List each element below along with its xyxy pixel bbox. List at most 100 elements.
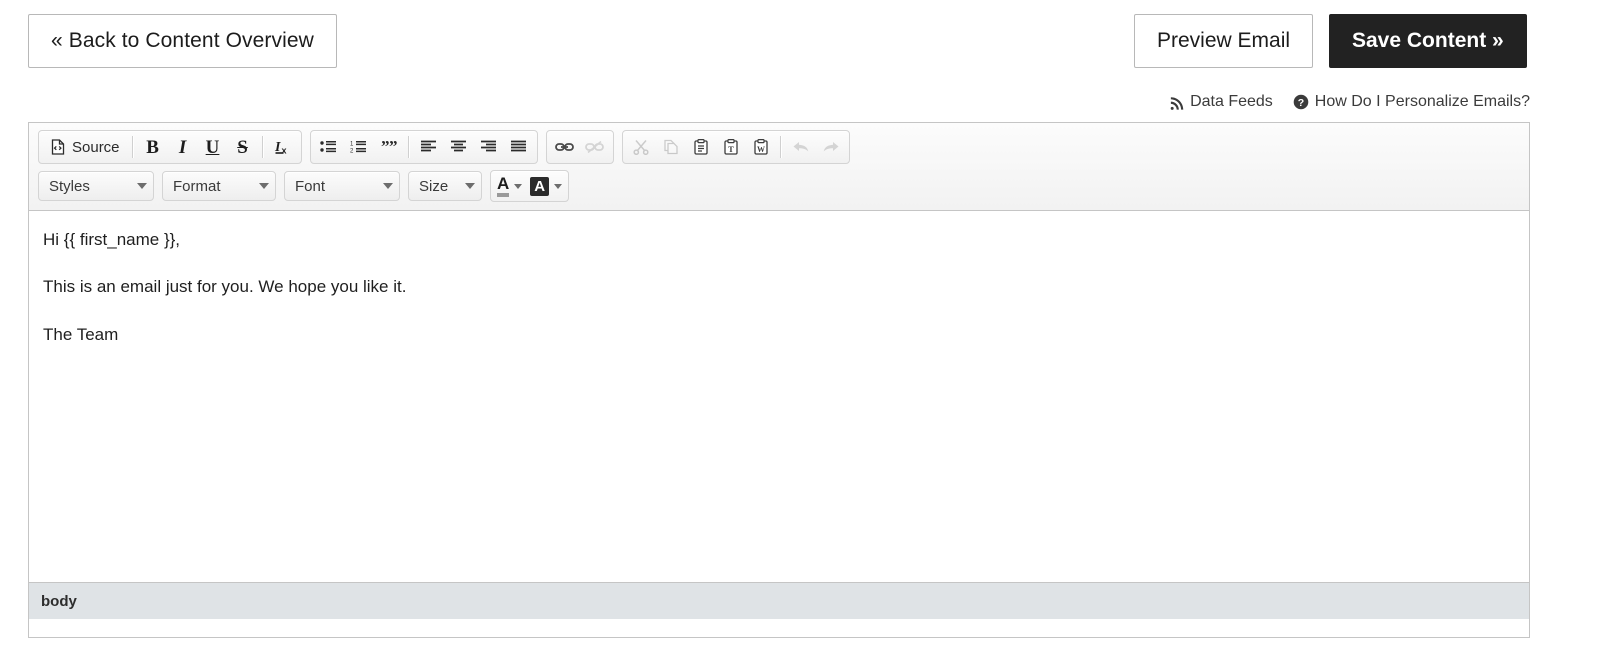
paste-from-word-button[interactable]: W: [746, 133, 776, 161]
align-center-button[interactable]: [444, 133, 474, 161]
editor-status-bar: body: [29, 582, 1529, 619]
svg-text:2: 2: [350, 149, 354, 154]
rss-icon: [1169, 95, 1184, 110]
toolbar-separator: [261, 136, 264, 158]
font-dropdown-label: Font: [295, 177, 326, 195]
bold-button[interactable]: B: [138, 133, 168, 161]
page-root: « Back to Content Overview Preview Email…: [0, 0, 1600, 664]
source-button-label: Source: [72, 138, 120, 156]
rich-text-editor: Source B I U S I x 1 2 ” ” T W Styles Fo…: [28, 122, 1530, 638]
align-left-button[interactable]: [414, 133, 444, 161]
align-center-icon: [450, 140, 467, 154]
editor-content-area[interactable]: Hi {{ first_name }}, This is an email ju…: [29, 211, 1529, 582]
align-left-icon: [420, 140, 437, 154]
helper-links: Data Feeds ? How Do I Personalize Emails…: [1169, 93, 1530, 111]
toolbar-separator: [407, 136, 410, 158]
question-circle-icon: ?: [1293, 94, 1309, 110]
editor-toolbar: Source B I U S I x 1 2 ” ” T W Styles Fo…: [29, 123, 1529, 211]
data-feeds-link[interactable]: Data Feeds: [1169, 93, 1273, 111]
copy-button[interactable]: [656, 133, 686, 161]
toolbar-group-links: [545, 130, 614, 164]
element-path-body[interactable]: body: [41, 593, 77, 610]
blockquote-icon: ” ”: [380, 140, 398, 154]
preview-button-label: Preview Email: [1157, 29, 1291, 52]
svg-text:”: ”: [389, 140, 398, 154]
blockquote-button[interactable]: ” ”: [374, 133, 404, 161]
unlink-button[interactable]: [580, 133, 610, 161]
remove-format-button[interactable]: I x: [268, 133, 298, 161]
size-dropdown[interactable]: Size: [408, 171, 482, 201]
back-button-label: « Back to Content Overview: [51, 29, 314, 52]
text-color-icon: A: [497, 175, 510, 197]
personalize-label: How Do I Personalize Emails?: [1314, 93, 1530, 110]
format-dropdown-label: Format: [173, 177, 221, 195]
save-button-label: Save Content »: [1352, 29, 1504, 52]
styles-dropdown-label: Styles: [49, 177, 90, 195]
paste-button[interactable]: [686, 133, 716, 161]
redo-button[interactable]: [816, 133, 846, 161]
clipboard-text-icon: T: [723, 139, 739, 155]
chevron-down-icon: [554, 183, 563, 189]
italic-button[interactable]: I: [168, 133, 198, 161]
chevron-down-icon: [137, 183, 147, 189]
numbered-list-icon: 1 2: [350, 140, 367, 154]
underline-icon: U: [205, 136, 220, 158]
italic-icon: I: [178, 136, 187, 158]
text-color-button[interactable]: A: [494, 173, 525, 199]
toolbar-separator: [779, 136, 782, 158]
bold-icon: B: [146, 136, 159, 158]
numbered-list-button[interactable]: 1 2: [344, 133, 374, 161]
bulleted-list-button[interactable]: [314, 133, 344, 161]
size-dropdown-label: Size: [419, 177, 449, 195]
redo-arrow-icon: [822, 140, 840, 154]
clipboard-word-icon: W: [753, 139, 769, 155]
chevron-down-icon: [383, 183, 393, 189]
content-paragraph: This is an email just for you. We hope y…: [43, 277, 407, 297]
bulleted-list-icon: [320, 140, 337, 154]
clipboard-icon: [693, 139, 709, 155]
styles-dropdown[interactable]: Styles: [38, 171, 154, 201]
source-button[interactable]: Source: [42, 133, 128, 161]
save-content-button[interactable]: Save Content »: [1329, 14, 1527, 68]
chevron-down-icon: [514, 183, 523, 189]
data-feeds-label: Data Feeds: [1190, 93, 1273, 110]
svg-text:?: ?: [1298, 97, 1304, 109]
cut-button[interactable]: [626, 133, 656, 161]
strikethrough-button[interactable]: S: [228, 133, 258, 161]
font-dropdown[interactable]: Font: [284, 171, 400, 201]
unlink-icon: [585, 140, 604, 154]
toolbar-group-basic-styles: Source B I U S I x: [38, 130, 302, 164]
svg-text:W: W: [757, 145, 765, 154]
content-paragraph: The Team: [43, 324, 119, 344]
content-paragraph: Hi {{ first_name }},: [43, 230, 181, 249]
background-color-button[interactable]: A: [527, 173, 565, 199]
source-code-icon: [50, 139, 66, 155]
toolbar-separator: [131, 136, 134, 158]
svg-text:1: 1: [350, 141, 354, 147]
align-right-icon: [480, 140, 497, 154]
scissors-icon: [632, 139, 649, 155]
how-do-i-personalize-emails-link[interactable]: ? How Do I Personalize Emails?: [1293, 93, 1530, 111]
undo-button[interactable]: [786, 133, 816, 161]
align-justify-icon: [510, 140, 527, 154]
toolbar-row-2: Styles Format Font Size A A: [34, 167, 1524, 205]
undo-arrow-icon: [792, 140, 810, 154]
toolbar-group-clipboard: T W: [621, 130, 850, 164]
align-right-button[interactable]: [474, 133, 504, 161]
link-button[interactable]: [550, 133, 580, 161]
preview-email-button[interactable]: Preview Email: [1134, 14, 1314, 68]
underline-button[interactable]: U: [198, 133, 228, 161]
background-color-icon: A: [530, 176, 550, 196]
chevron-down-icon: [465, 183, 475, 189]
svg-text:x: x: [282, 146, 287, 156]
format-dropdown[interactable]: Format: [162, 171, 276, 201]
chevron-down-icon: [259, 183, 269, 189]
back-to-content-overview-button[interactable]: « Back to Content Overview: [28, 14, 337, 68]
remove-format-icon: I x: [273, 138, 292, 156]
toolbar-row-1: Source B I U S I x 1 2 ” ” T W: [34, 127, 1524, 167]
link-icon: [555, 140, 574, 154]
toolbar-group-paragraph: 1 2 ” ”: [309, 130, 538, 164]
align-justify-button[interactable]: [504, 133, 534, 161]
paste-as-text-button[interactable]: T: [716, 133, 746, 161]
toolbar-group-colors: A A: [490, 170, 570, 202]
